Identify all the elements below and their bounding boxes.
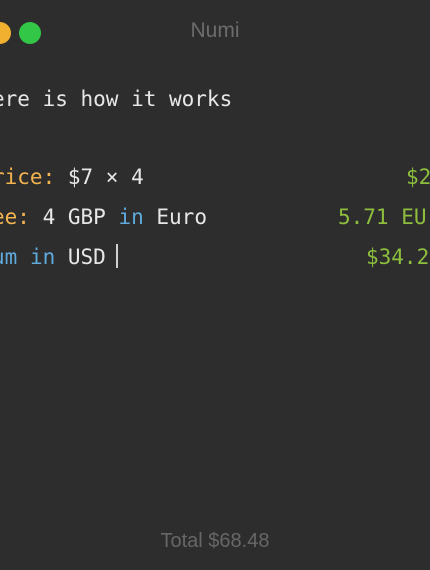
fee-amount: 4 GBP xyxy=(29,205,119,229)
calculation-editor[interactable]: ere is how it works rice: $7 × 4 $2 ee: … xyxy=(0,62,430,522)
fee-target-currency: Euro xyxy=(143,205,207,229)
title-bar: Numi xyxy=(0,0,430,62)
fee-label: ee: xyxy=(0,205,30,229)
editor-line-fee[interactable]: ee: 4 GBP in Euro 5.71 EU xyxy=(0,202,430,232)
window-title: Numi xyxy=(190,19,240,42)
intro-text: ere is how it works xyxy=(0,87,233,111)
sum-expression: um in USD xyxy=(0,242,118,272)
sum-in-keyword: in xyxy=(29,245,56,269)
total-footer: Total $68.48 xyxy=(160,530,270,552)
fee-expression: ee: 4 GBP in Euro xyxy=(0,202,207,232)
numi-window: Numi ere is how it works rice: $7 × 4 $2… xyxy=(0,0,430,570)
sum-label: um xyxy=(0,245,18,269)
fee-in-keyword: in xyxy=(118,205,144,229)
editor-line-sum[interactable]: um in USD $34.2 xyxy=(0,242,430,272)
text-cursor xyxy=(115,244,118,268)
price-label: rice: xyxy=(0,165,56,189)
sum-result: $34.2 xyxy=(366,245,430,269)
price-result: $2 xyxy=(406,165,430,189)
price-expression: rice: $7 × 4 xyxy=(0,162,144,192)
editor-line-price[interactable]: rice: $7 × 4 $2 xyxy=(0,162,430,192)
price-formula: $7 × 4 xyxy=(55,165,144,189)
fee-result: 5.71 EU xyxy=(338,205,427,229)
sum-target-currency: USD xyxy=(55,245,106,269)
editor-line-intro[interactable]: ere is how it works xyxy=(0,84,430,114)
